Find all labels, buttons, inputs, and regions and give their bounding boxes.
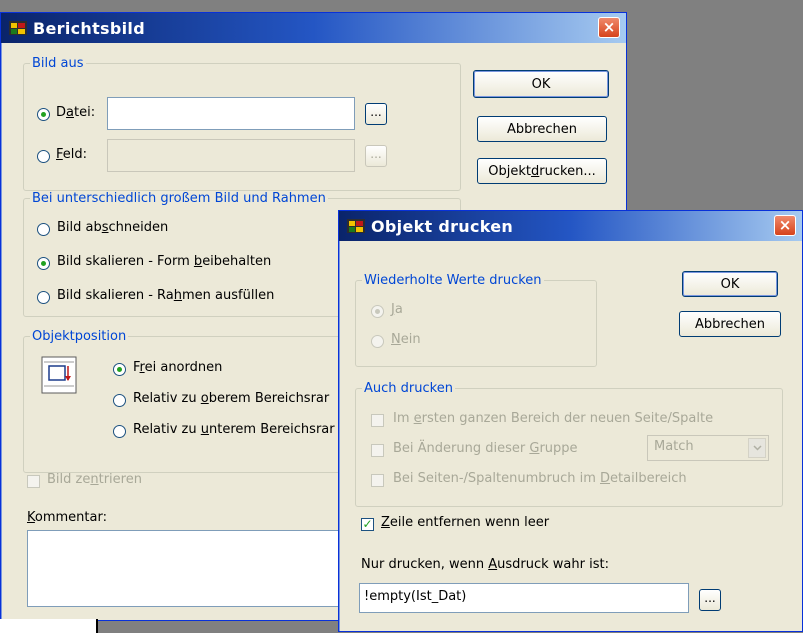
group-select-value: Match <box>654 439 694 454</box>
nein-label[interactable]: Nein <box>391 332 421 347</box>
print-title-bar[interactable]: Objekt drucken × <box>339 211 802 241</box>
print-ok-button[interactable]: OK <box>682 271 778 297</box>
group-change-label[interactable]: Bei Änderung dieser Gruppe <box>393 441 578 456</box>
cancel-button[interactable]: Abbrechen <box>477 116 607 142</box>
crop-radio[interactable] <box>37 223 50 236</box>
repeat-values-legend: Wiederholte Werte drucken <box>364 273 542 288</box>
ok-button[interactable]: OK <box>473 70 609 98</box>
title-bar[interactable]: Berichtsbild × <box>1 13 626 43</box>
objekt-drucken-dialog: Objekt drucken × Wiederholte Werte druck… <box>338 210 803 632</box>
size-mode-legend: Bei unterschiedlich großem Bild und Rahm… <box>32 191 326 206</box>
feld-browse-button[interactable]: ... <box>365 145 387 167</box>
comment-label: Kommentar: <box>27 510 107 525</box>
group-select[interactable]: Match <box>647 435 769 461</box>
datei-input[interactable] <box>107 97 355 130</box>
free-position-radio[interactable] <box>113 363 126 376</box>
print-window-title: Objekt drucken <box>371 216 514 236</box>
relative-bottom-radio[interactable] <box>113 425 126 438</box>
center-image-label[interactable]: Bild zentrieren <box>47 472 142 487</box>
relative-top-radio[interactable] <box>113 394 126 407</box>
app-icon <box>7 18 29 38</box>
expression-label: Nur drucken, wenn Ausdruck wahr ist: <box>361 557 609 572</box>
expression-input[interactable]: !empty(Ist_Dat) <box>359 583 689 613</box>
center-image-checkbox[interactable] <box>27 475 40 488</box>
feld-radio[interactable] <box>37 150 50 163</box>
print-close-button[interactable]: × <box>774 215 796 236</box>
crop-label[interactable]: Bild abschneiden <box>57 220 168 235</box>
repeat-values-group: Wiederholte Werte drucken <box>355 273 597 367</box>
scale-fill-label[interactable]: Bild skalieren - Rahmen ausfüllen <box>57 288 274 303</box>
close-icon: × <box>602 18 616 36</box>
ja-label[interactable]: Ja <box>391 302 403 317</box>
feld-input[interactable] <box>107 139 355 172</box>
remove-empty-line-label[interactable]: Zeile entfernen wenn leer <box>381 515 549 530</box>
first-area-label[interactable]: Im ersten ganzen Bereich der neuen Seite… <box>393 411 713 426</box>
scale-fill-radio[interactable] <box>37 291 50 304</box>
datei-label[interactable]: Datei: <box>56 105 95 120</box>
window-title: Berichtsbild <box>33 18 145 38</box>
close-button[interactable]: × <box>598 17 620 38</box>
first-area-checkbox[interactable] <box>371 414 384 427</box>
group-change-checkbox[interactable] <box>371 444 384 457</box>
bild-aus-legend: Bild aus <box>32 56 84 71</box>
relative-bottom-label[interactable]: Relativ zu unterem Bereichsrar <box>133 422 335 437</box>
print-cancel-button[interactable]: Abbrechen <box>679 311 781 337</box>
print-object-button[interactable]: Objekt d rucken... <box>477 158 607 184</box>
remove-empty-line-checkbox[interactable]: ✓ <box>361 518 374 531</box>
position-legend: Objektposition <box>32 329 127 344</box>
scale-keep-radio[interactable] <box>37 257 50 270</box>
datei-browse-button[interactable]: ... <box>365 103 387 125</box>
comment-textarea[interactable] <box>27 530 357 607</box>
free-position-label[interactable]: Frei anordnen <box>133 360 222 375</box>
print-app-icon <box>345 216 367 236</box>
relative-top-label[interactable]: Relativ zu oberem Bereichsrar <box>133 391 329 406</box>
feld-label[interactable]: Feld: <box>56 147 87 162</box>
expression-browse-button[interactable]: ... <box>699 589 721 611</box>
ja-radio[interactable] <box>371 305 384 318</box>
nein-radio[interactable] <box>371 335 384 348</box>
page-break-checkbox[interactable] <box>371 474 384 487</box>
also-print-legend: Auch drucken <box>364 381 453 396</box>
background-edge <box>0 619 98 633</box>
page-break-label[interactable]: Bei Seiten-/Spaltenumbruch im Detailbere… <box>393 471 687 486</box>
close-icon: × <box>778 216 792 234</box>
datei-radio[interactable] <box>37 108 50 121</box>
scale-keep-label[interactable]: Bild skalieren - Form beibehalten <box>57 254 271 269</box>
position-preview-icon <box>41 356 77 394</box>
chevron-down-icon <box>748 438 766 458</box>
